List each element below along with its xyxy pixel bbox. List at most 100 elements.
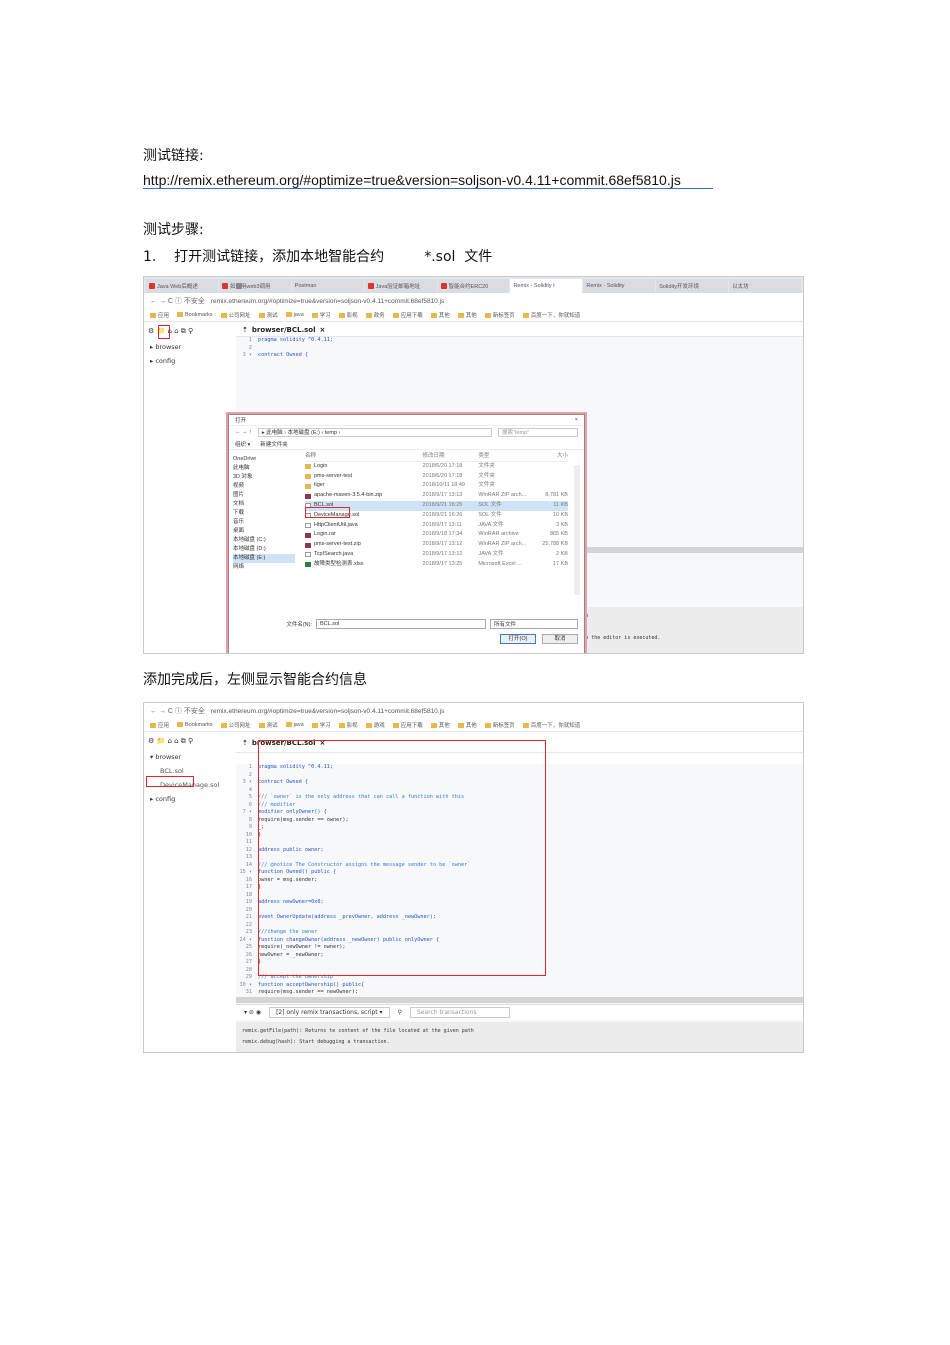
tree-item[interactable]: 网络 (233, 563, 295, 572)
bookmark-label[interactable]: 其他 (439, 313, 450, 319)
address-bar[interactable]: ← → C ⓘ 不安全 remix.ethereum.org/#optimize… (144, 703, 803, 719)
bookmark-item[interactable]: 学习 (311, 311, 331, 319)
tree-item[interactable]: 下载 (233, 509, 295, 518)
bookmark-label[interactable]: 应用下载 (401, 723, 423, 729)
tab-label[interactable]: Java Web后概述 (157, 282, 198, 290)
bookmark-item[interactable]: 测试 (258, 721, 278, 729)
tree-item[interactable]: 图片 (233, 491, 295, 500)
bookmark-item[interactable]: 影视 (338, 721, 358, 729)
bookmark-label[interactable]: 学习 (320, 723, 331, 729)
bookmark-item[interactable]: 新标签页 (484, 311, 515, 319)
bookmark-label[interactable]: 百度一下，你就知道 (531, 313, 581, 319)
tree-item[interactable]: ▾ browser (144, 750, 236, 764)
bookmark-item[interactable]: 新标签页 (484, 721, 515, 729)
bookmark-label[interactable]: java (294, 722, 304, 728)
column-header[interactable]: 名称 (305, 452, 423, 461)
bookmark-label[interactable]: 应用下载 (401, 313, 423, 319)
tab-label[interactable]: Java验证邮箱地址 (376, 282, 421, 290)
bookmark-item[interactable]: 学习 (311, 721, 331, 729)
tree-item[interactable]: 文档 (233, 500, 295, 509)
bookmark-label[interactable]: 公司网址 (229, 313, 251, 319)
tab-label[interactable]: Postman (295, 283, 317, 289)
bookmark-label[interactable]: 其他 (466, 313, 477, 319)
bookmark-item[interactable]: 百度一下，你就知道 (522, 311, 581, 319)
bookmark-label[interactable]: Bookmarks (185, 312, 213, 318)
bookmark-item[interactable]: 公司网址 (220, 311, 251, 319)
organize-button[interactable]: 组织 ▾ (235, 440, 250, 448)
nav-buttons[interactable]: ← → C ⓘ 不安全 (150, 296, 205, 306)
bookmark-label[interactable]: 其他 (466, 723, 477, 729)
bookmark-label[interactable]: 百度一下，你就知道 (531, 723, 581, 729)
browser-tab[interactable]: 如何用web3调用 (218, 279, 291, 293)
column-header[interactable]: 修改日期 (423, 452, 479, 461)
bookmark-item[interactable]: 公司网址 (220, 721, 251, 729)
bookmark-label[interactable]: Bookmarks (185, 722, 213, 728)
tree-item[interactable]: 本地磁盘 (C:) (233, 536, 295, 545)
column-header[interactable]: 类型 (478, 452, 528, 461)
bookmark-item[interactable]: 其他 (457, 311, 477, 319)
tree-item[interactable]: ▸ config (144, 792, 236, 806)
bookmark-label[interactable]: 政务 (374, 313, 385, 319)
browser-tab[interactable]: Java Web后概述 (146, 279, 218, 293)
bookmark-label[interactable]: java (294, 312, 304, 318)
bookmark-item[interactable]: 测试 (258, 311, 278, 319)
file-row[interactable]: Login.rar 2018/9/18 17:34 WinRAR archive 86… (305, 530, 568, 540)
bookmark-label[interactable]: 影视 (347, 313, 358, 319)
file-row[interactable]: pms-server-test.zip 2018/9/17 13:12 WinRAR… (305, 540, 568, 550)
close-icon[interactable]: × (575, 417, 578, 423)
bookmark-label[interactable]: 影视 (347, 723, 358, 729)
bookmark-item[interactable]: 应用 (150, 721, 169, 729)
bookmark-label[interactable]: 应用 (158, 723, 169, 729)
browser-tab[interactable]: 以太坊 (236, 279, 802, 293)
file-row[interactable]: Login 2018/6/20 17:18 文件夹 (305, 462, 568, 472)
url-text[interactable]: remix.ethereum.org/#optimize=true&versio… (211, 298, 444, 305)
file-row[interactable]: HttpClientUtil.java 2018/9/17 13:11 JAVA 文… (305, 521, 568, 531)
bookmark-item[interactable]: 游戏 (365, 721, 385, 729)
tree-item[interactable]: 桌面 (233, 527, 295, 536)
tree-item[interactable]: 音乐 (233, 518, 295, 527)
transaction-filter-select[interactable]: [2] only remix transactions, script ▾ (269, 1007, 390, 1018)
bookmark-item[interactable]: Bookmarks (177, 312, 213, 318)
search-input[interactable]: 搜索"temp" (498, 427, 578, 437)
bookmark-label[interactable]: 新标签页 (493, 313, 515, 319)
tree-item-browser[interactable]: ▸ browser (144, 340, 236, 354)
file-row[interactable]: 故障类型检测表.xlsx 2018/9/17 13:25 Microsoft Exc… (305, 560, 568, 570)
column-header[interactable]: 大小 (528, 452, 568, 461)
open-button[interactable]: 打开(O) (500, 634, 536, 644)
cancel-button[interactable]: 取消 (542, 634, 578, 644)
bookmark-item[interactable]: 百度一下，你就知道 (522, 721, 581, 729)
tab-label[interactable]: Solidity开发环境 (659, 282, 699, 290)
nav-buttons[interactable]: ← → C ⓘ 不安全 (150, 706, 205, 716)
tab-label[interactable]: 以太坊 (732, 282, 749, 290)
tab-label[interactable]: 智能合约ERC20 (449, 282, 489, 290)
path-breadcrumb[interactable]: ▸ 此电脑 › 本地磁盘 (E:) › temp › (257, 427, 492, 437)
bookmark-label[interactable]: 公司网址 (229, 723, 251, 729)
close-icon[interactable]: × (320, 326, 326, 334)
tree-item[interactable]: 3D 对象 (233, 473, 295, 482)
filetype-select[interactable]: 所有文件 (490, 619, 578, 629)
file-row[interactable]: apache-maven-3.5.4-bin.zip 2018/9/17 13:1… (305, 491, 568, 501)
bookmark-item[interactable]: 其他 (430, 721, 450, 729)
test-url[interactable]: http://remix.ethereum.org/#optimize=true… (143, 172, 713, 189)
browser-tab[interactable]: Postman (236, 279, 364, 293)
bookmark-item[interactable]: 其他 (430, 311, 450, 319)
bookmark-label[interactable]: 测试 (267, 723, 278, 729)
bookmark-item[interactable]: java (285, 312, 304, 318)
tree-item[interactable]: 此电脑 (233, 464, 295, 473)
browser-tab[interactable]: Remix - Solidity (236, 279, 656, 293)
back-forward-icon[interactable]: ← → ↑ (235, 429, 252, 435)
tree-item[interactable]: 本地磁盘 (D:) (233, 545, 295, 554)
new-folder-button[interactable]: 新建文件夹 (260, 440, 288, 448)
address-bar[interactable]: ← → C ⓘ 不安全 remix.ethereum.org/#optimize… (144, 293, 803, 309)
file-tab-label[interactable]: browser/BCL.sol (252, 326, 316, 334)
url-text[interactable]: remix.ethereum.org/#optimize=true&versio… (211, 708, 444, 715)
bookmark-item[interactable]: 其他 (457, 721, 477, 729)
tab-label[interactable]: Remix - Solidity (586, 283, 624, 289)
bookmark-label[interactable]: 游戏 (374, 723, 385, 729)
explorer-toolbar[interactable]: ⚙ 📁 ⌂ ⌂ ⧉ ⚲ (144, 733, 236, 750)
bookmark-item[interactable]: Bookmarks (177, 722, 213, 728)
bookmark-label[interactable]: 其他 (439, 723, 450, 729)
browser-tab[interactable]: 智能合约ERC20 (437, 279, 510, 293)
file-row[interactable]: tiger 2018/10/11 18:49 文件夹 (305, 481, 568, 491)
editor-tab[interactable]: ⇡ browser/BCL.sol × (236, 323, 803, 337)
